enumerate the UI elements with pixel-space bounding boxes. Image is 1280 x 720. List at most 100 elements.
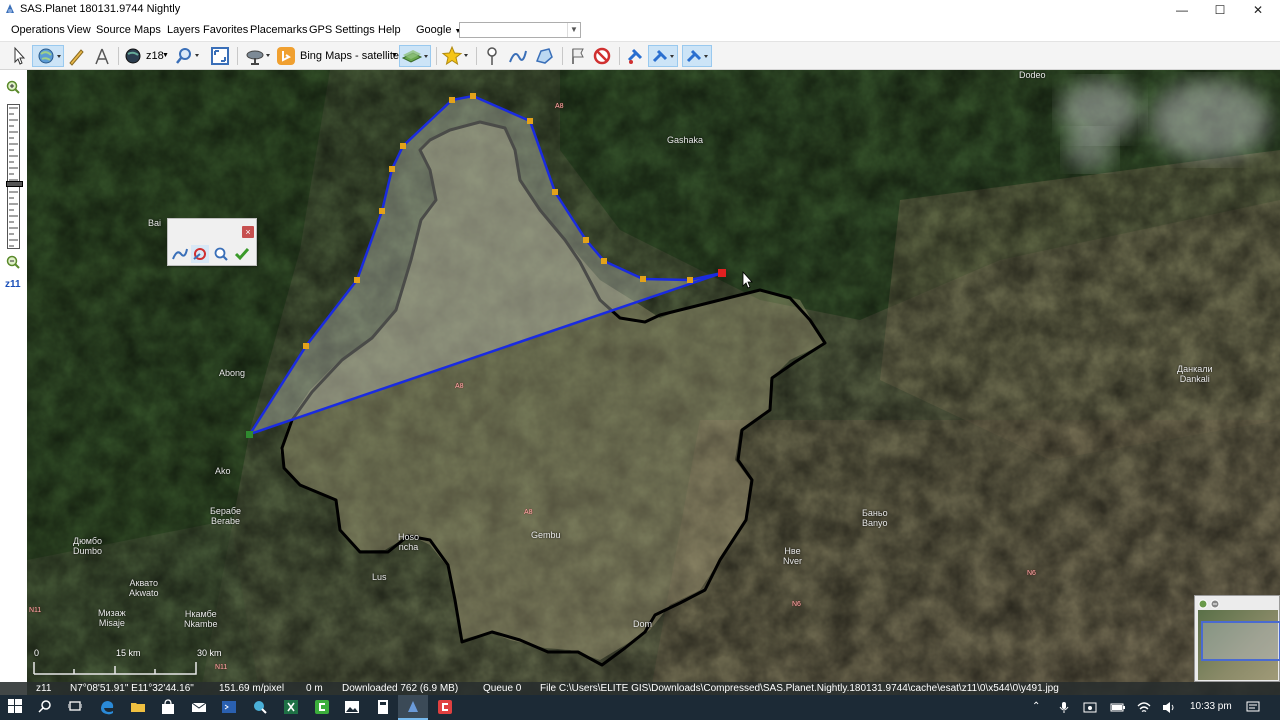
search-tool-button[interactable] [245,695,275,720]
pointer-tool-button[interactable] [10,45,28,67]
calculator-button[interactable] [368,695,398,720]
toolbar-separator [237,47,238,65]
polygon-vertex[interactable] [552,189,558,195]
checkmark-icon [234,248,250,261]
maximize-button[interactable]: ☐ [1201,0,1239,20]
polygon-vertex[interactable] [379,208,385,214]
hide-placemarks-button[interactable] [591,45,613,67]
finish-polygon-button[interactable] [233,245,251,263]
store-button[interactable] [153,695,183,720]
wifi-icon[interactable] [1137,701,1151,714]
placemarks-manager-button[interactable] [567,45,589,67]
zoom-slider[interactable] [6,104,23,249]
gps-track-button[interactable] [648,45,678,67]
place-label: Берабе Berabe [210,506,241,526]
minimize-button[interactable]: — [1163,0,1201,20]
polygon-vertex[interactable] [354,277,360,283]
menu-layers[interactable]: Layers [167,24,200,36]
menu-source[interactable]: Source [96,24,131,36]
menu-maps[interactable]: Maps [134,24,161,36]
excel-icon [284,700,298,714]
polygon-vertex[interactable] [601,258,607,264]
menu-placemarks[interactable]: Placemarks [250,24,307,36]
polygon-vertex[interactable] [400,143,406,149]
security-icon[interactable] [1083,701,1097,714]
mail-button[interactable] [184,695,214,720]
polygon-vertex[interactable] [449,97,455,103]
satellite-layer-button[interactable] [244,45,272,67]
add-path-button[interactable] [507,45,529,67]
search-button[interactable] [30,695,60,720]
current-zoom-label: z11 [5,279,21,290]
edge-browser-button[interactable] [92,695,122,720]
excel-button[interactable] [276,695,306,720]
save-path-button[interactable] [171,245,189,263]
map-source-icon-button[interactable] [276,45,296,67]
geometry-tool-button[interactable] [92,45,112,67]
combo-dropdown-icon[interactable]: ▼ [567,23,580,37]
geocoder-select[interactable]: Google ▼ [416,24,461,36]
photos-button[interactable] [337,695,367,720]
map-source-label[interactable]: Bing Maps - satellite [300,50,399,62]
close-icon[interactable]: × [242,226,254,238]
status-coordinates: N7°08'51.91" E11°32'44.16" [70,683,194,694]
minimap-viewport[interactable] [1201,621,1280,661]
zoom-selector-button[interactable] [124,45,144,67]
zoom-out-icon[interactable] [6,255,21,270]
add-placemark-button[interactable] [482,45,502,67]
menu-gps[interactable]: GPS [309,24,332,36]
star-icon [441,45,468,66]
polygon-vertex[interactable] [640,276,646,282]
road-label: N11 [29,607,42,614]
forbidden-icon [593,47,611,65]
gps-center-button[interactable] [682,45,712,67]
menu-settings[interactable]: Settings [335,24,375,36]
camtasia-button[interactable] [307,695,337,720]
menu-operations[interactable]: Operations [11,24,65,36]
microphone-icon[interactable] [1058,701,1070,714]
menu-view[interactable]: View [67,24,91,36]
zoom-slider-thumb[interactable] [6,181,23,187]
polygon-active-vertex[interactable] [718,269,726,277]
favorites-button[interactable] [441,45,471,67]
polygon-vertex[interactable] [389,166,395,172]
polygon-vertex[interactable] [583,237,589,243]
gps-connect-button[interactable] [624,45,646,67]
menu-help[interactable]: Help [378,24,401,36]
zoom-to-polygon-button[interactable] [212,245,230,263]
close-button[interactable]: ✕ [1239,0,1277,20]
recorder-button[interactable] [430,695,460,720]
start-button[interactable] [0,695,30,720]
powershell-button[interactable] [214,695,244,720]
edit-polygon-button[interactable] [191,245,209,263]
volume-icon[interactable] [1162,701,1176,714]
move-map-tool-button[interactable] [32,45,64,67]
polygon-vertex[interactable] [527,118,533,124]
task-view-button[interactable] [60,695,90,720]
search-input[interactable]: ▼ [459,22,581,38]
clock-time[interactable]: 10:33 pm [1190,701,1232,712]
image-icon [345,701,359,713]
tray-chevron-icon[interactable]: ⌃ [1032,701,1040,712]
add-polygon-button[interactable] [533,45,555,67]
fullscreen-button[interactable] [209,45,231,67]
magnifier-app-icon [254,701,267,714]
ruler-tool-button[interactable] [66,45,86,67]
polygon-vertex[interactable] [687,277,693,283]
magnifier-icon [176,48,199,64]
battery-icon[interactable] [1110,702,1126,713]
mini-map[interactable] [1194,595,1280,682]
sas-planet-taskbar-button[interactable] [398,695,428,720]
zoom-in-icon[interactable] [6,80,21,95]
polygon-vertex[interactable] [470,93,476,99]
menu-favorites[interactable]: Favorites [203,24,248,36]
file-explorer-button[interactable] [123,695,153,720]
minimap-zoom-out-icon[interactable] [1210,599,1220,609]
map-view[interactable]: Dodeo Gashaka Bai Abong Ako Берабе Berab… [27,70,1280,695]
minimap-zoom-in-icon[interactable] [1198,599,1208,609]
zoom-tool-button[interactable] [173,45,201,67]
polygon-start-vertex[interactable] [246,431,253,438]
notifications-icon[interactable] [1246,701,1260,714]
polygon-vertex[interactable] [303,343,309,349]
overlay-layers-button[interactable] [399,45,431,67]
